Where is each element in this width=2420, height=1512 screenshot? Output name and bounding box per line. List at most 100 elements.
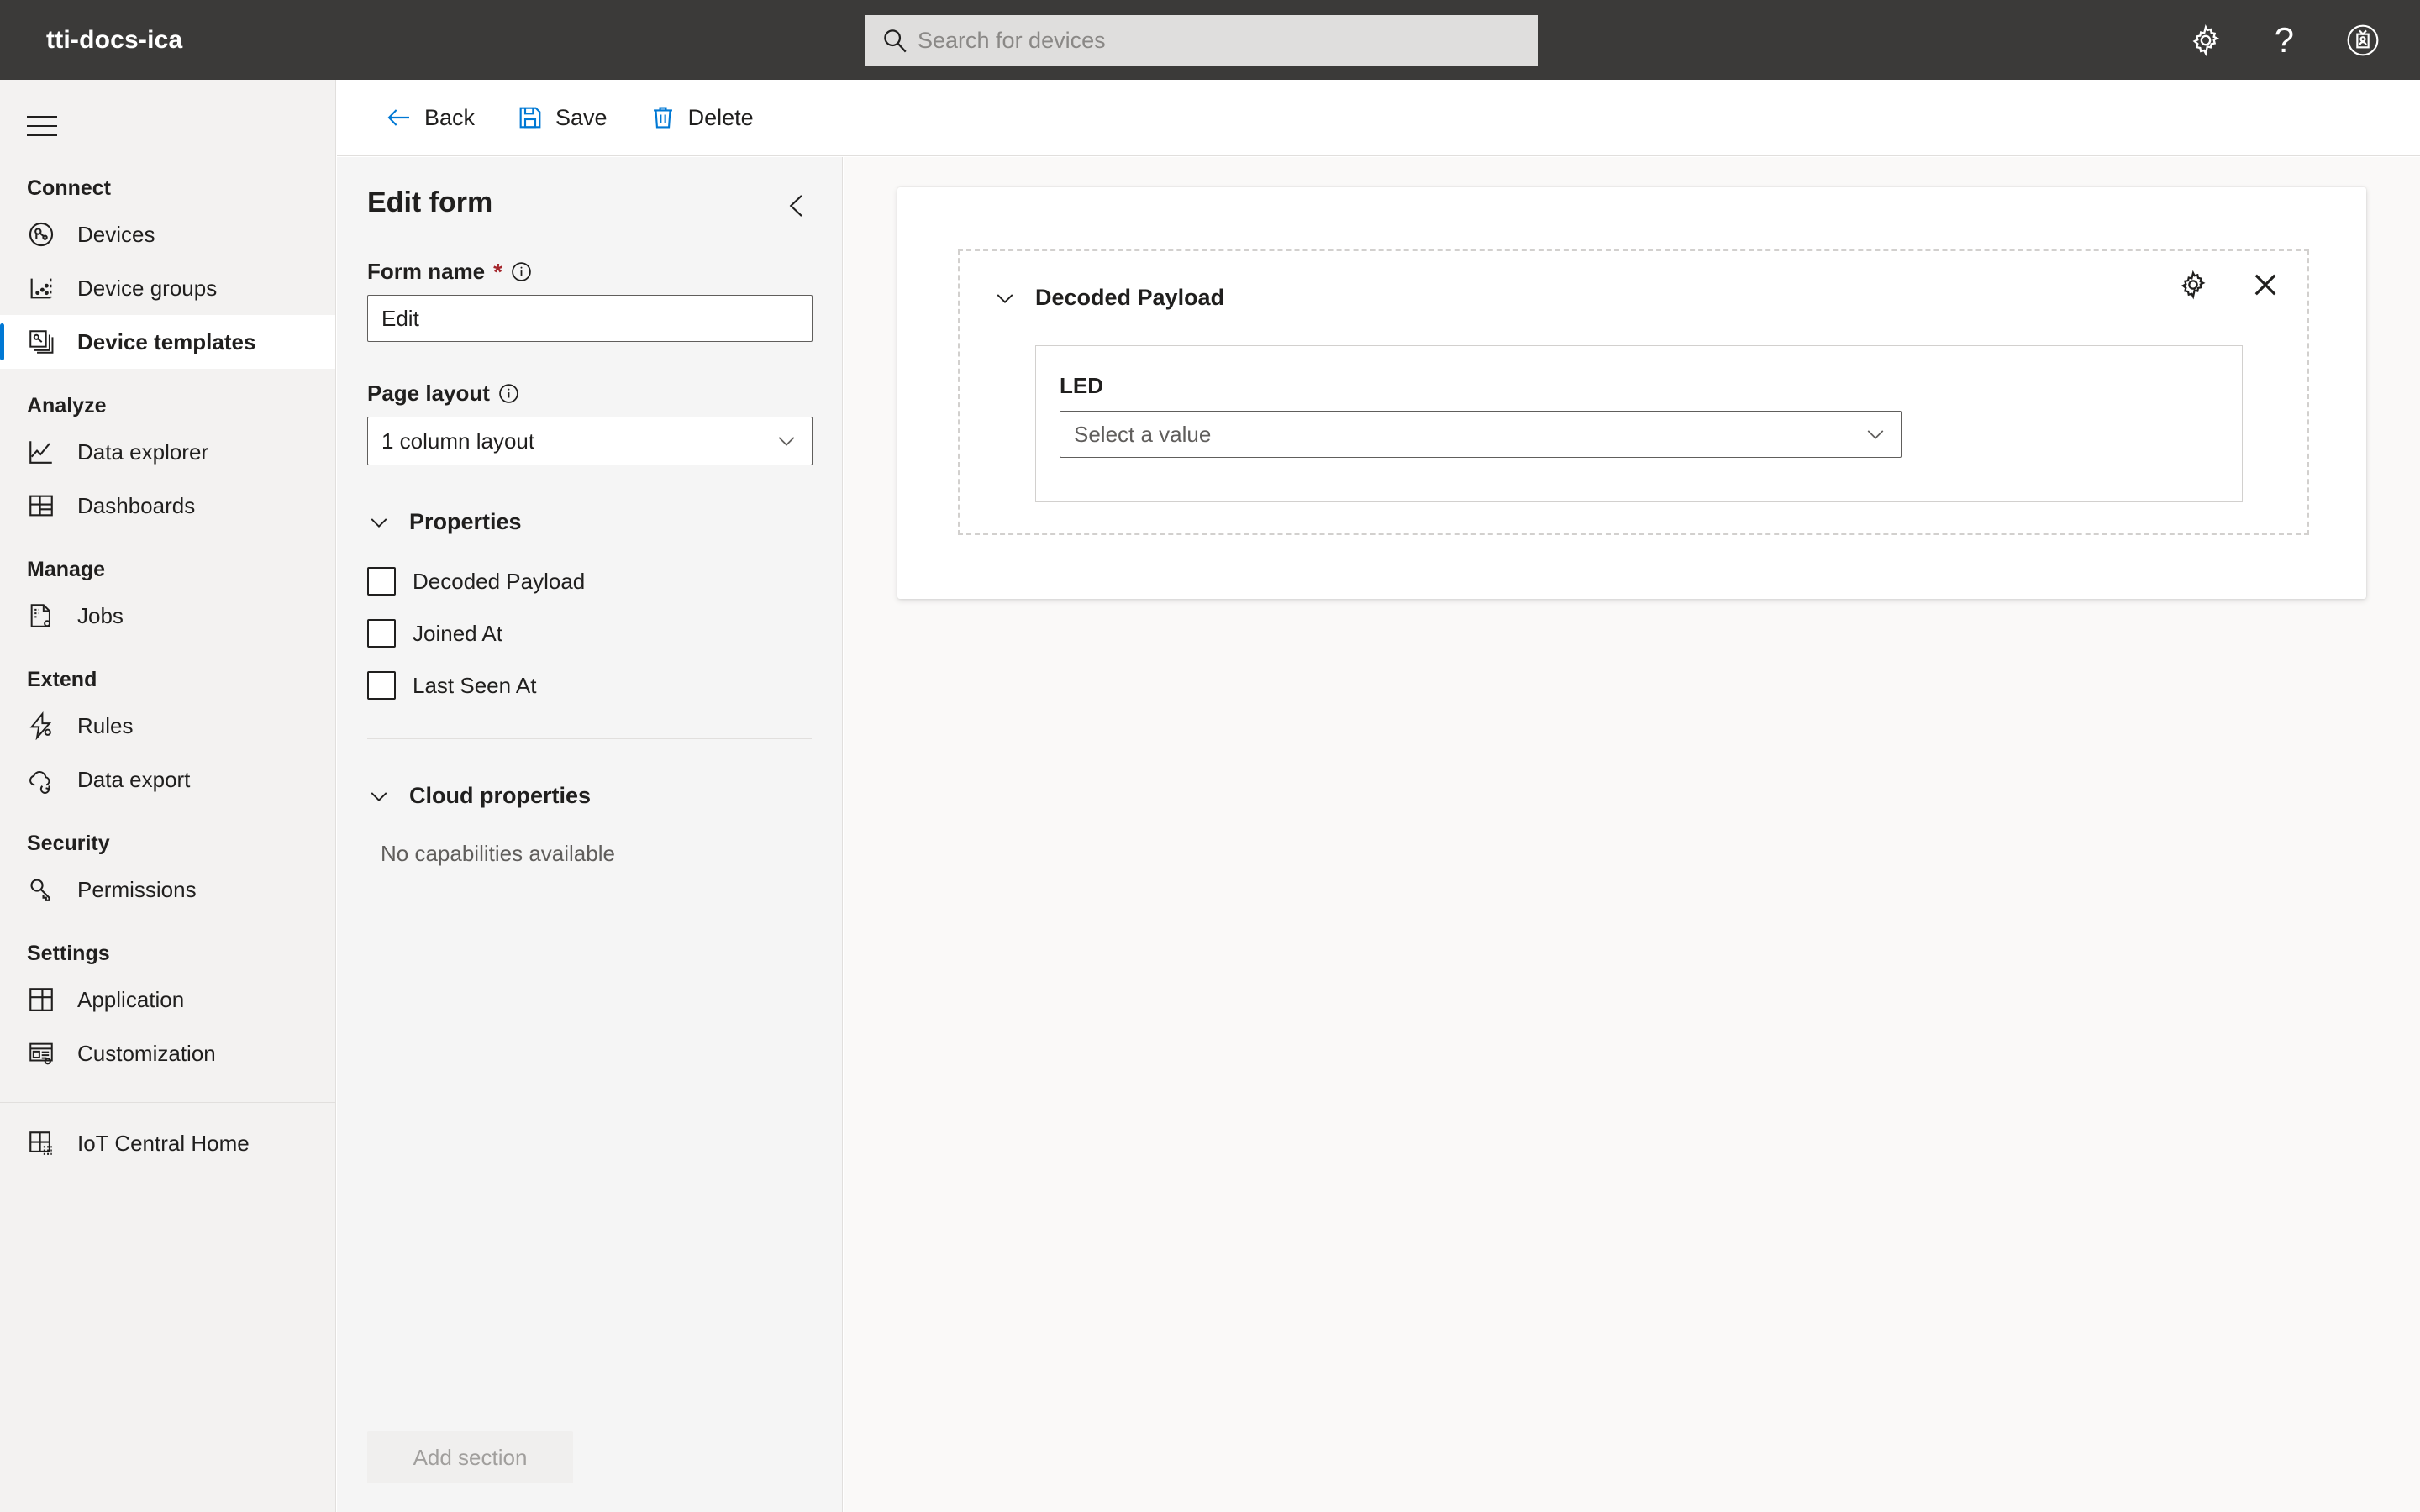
save-button-label: Save xyxy=(555,104,608,130)
device-groups-icon xyxy=(30,278,52,299)
sidebar-item-device-groups[interactable]: Device groups xyxy=(0,261,335,315)
property-checkbox-row[interactable]: Joined At xyxy=(367,607,842,659)
close-x-icon[interactable] xyxy=(2250,270,2281,300)
sidebar-group-title: Security xyxy=(27,832,110,855)
page-layout-field-block: Page layout 1 column layout xyxy=(337,381,842,465)
sidebar-group-title: Settings xyxy=(27,942,110,965)
dashboards-icon xyxy=(29,495,53,517)
devices-icon xyxy=(29,222,54,247)
search-icon xyxy=(884,29,907,53)
sidebar-item-label: Permissions xyxy=(77,876,197,902)
sidebar-item-application[interactable]: Application xyxy=(0,973,335,1026)
sidebar-divider xyxy=(0,1102,335,1103)
chevron-down-icon[interactable] xyxy=(993,286,1017,310)
properties-section-header[interactable]: Properties xyxy=(367,509,842,535)
property-checkbox-row[interactable]: Decoded Payload xyxy=(367,555,842,607)
delete-button[interactable]: Delete xyxy=(643,99,760,136)
info-icon[interactable] xyxy=(498,383,519,404)
sidebar: Connect Devices Device groups Device tem… xyxy=(0,80,336,1512)
sidebar-item-label: Jobs xyxy=(77,602,124,628)
chevron-down-icon xyxy=(371,517,387,528)
led-field-label: LED xyxy=(1060,373,1103,398)
data-export-icon xyxy=(29,771,50,794)
top-bar: tti-docs-ica ? xyxy=(0,0,2420,80)
sidebar-item-label: Rules xyxy=(77,712,134,738)
sidebar-group-title: Extend xyxy=(27,668,97,691)
app-title: tti-docs-ica xyxy=(46,25,183,54)
form-name-label: Form name xyxy=(367,259,486,284)
application-icon xyxy=(29,988,53,1011)
sidebar-item-jobs[interactable]: Jobs xyxy=(0,589,335,643)
sidebar-item-device-templates[interactable]: Device templates xyxy=(0,315,335,369)
search-input[interactable] xyxy=(918,27,1523,54)
sidebar-item-rules[interactable]: Rules xyxy=(0,699,335,753)
property-checkbox-row[interactable]: Last Seen At xyxy=(367,659,842,711)
back-button[interactable]: Back xyxy=(379,99,481,136)
save-disk-icon xyxy=(519,107,541,129)
led-value-placeholder: Select a value xyxy=(1074,421,1212,447)
info-icon[interactable] xyxy=(511,261,532,282)
sidebar-item-label: Device groups xyxy=(77,275,218,301)
sidebar-item-label: Data export xyxy=(77,766,191,792)
property-checkbox[interactable] xyxy=(367,619,396,648)
properties-section-title: Properties xyxy=(409,509,522,534)
page-layout-label: Page layout xyxy=(367,381,490,406)
chevron-left-icon[interactable] xyxy=(783,192,812,220)
sidebar-item-data-explorer[interactable]: Data explorer xyxy=(0,425,335,479)
search-box[interactable] xyxy=(865,15,1538,66)
properties-checkbox-list: Decoded Payload Joined At Last Seen At xyxy=(337,555,842,711)
gear-icon[interactable] xyxy=(2178,270,2208,300)
chevron-down-icon xyxy=(371,791,387,801)
cloud-properties-empty-text: No capabilities available xyxy=(381,841,615,866)
form-name-input[interactable] xyxy=(367,295,813,342)
sidebar-group-title: Analyze xyxy=(27,394,107,417)
add-section-button[interactable]: Add section xyxy=(367,1431,573,1483)
sidebar-item-iot-central-home[interactable]: IoT Central Home xyxy=(0,1116,335,1170)
delete-button-label: Delete xyxy=(687,104,754,130)
sidebar-item-customization[interactable]: Customization xyxy=(0,1026,335,1080)
sidebar-group-title: Connect xyxy=(27,176,111,200)
iot-central-home-icon xyxy=(29,1131,52,1155)
led-value-select[interactable]: Select a value xyxy=(1060,411,1902,458)
form-field-card-led: LED Select a value xyxy=(1035,345,2243,502)
trash-icon xyxy=(653,107,672,129)
sidebar-item-label: Devices xyxy=(77,221,155,247)
edit-form-panel: Edit form Form name * Page layout 1 colu… xyxy=(337,157,843,1512)
sidebar-item-label: Dashboards xyxy=(77,492,196,518)
cloud-properties-section-title: Cloud properties xyxy=(409,783,592,808)
page-layout-value: 1 column layout xyxy=(381,428,535,454)
hamburger-menu-icon[interactable] xyxy=(27,101,77,151)
panel-divider xyxy=(367,738,812,739)
form-preview-canvas: Decoded Payload LED Select a value xyxy=(844,157,2420,1512)
back-button-label: Back xyxy=(424,104,476,130)
property-checkbox-label: Joined At xyxy=(413,620,502,646)
help-question-icon[interactable]: ? xyxy=(2275,22,2294,57)
sidebar-item-devices[interactable]: Devices xyxy=(0,207,335,261)
sidebar-item-label: Data explorer xyxy=(77,438,209,465)
sidebar-item-label: IoT Central Home xyxy=(77,1130,250,1156)
form-section-decoded-payload[interactable]: Decoded Payload LED Select a value xyxy=(958,249,2309,535)
property-checkbox[interactable] xyxy=(367,567,396,596)
cloud-properties-section-header[interactable]: Cloud properties xyxy=(367,783,842,809)
gear-icon[interactable] xyxy=(2189,24,2223,57)
command-toolbar: Back Save Delete xyxy=(337,80,2420,156)
sidebar-item-permissions[interactable]: Permissions xyxy=(0,863,335,916)
permissions-key-icon xyxy=(30,879,50,901)
top-bar-actions: ? xyxy=(2189,0,2398,80)
property-checkbox-label: Last Seen At xyxy=(413,672,537,698)
sidebar-item-data-export[interactable]: Data export xyxy=(0,753,335,806)
sidebar-item-dashboards[interactable]: Dashboards xyxy=(0,479,335,533)
property-checkbox[interactable] xyxy=(367,671,396,700)
jobs-icon xyxy=(30,604,51,627)
form-name-field-block: Form name * xyxy=(337,259,842,342)
account-badge-icon[interactable] xyxy=(2346,24,2380,57)
form-name-label-row: Form name * xyxy=(367,259,812,285)
save-button[interactable]: Save xyxy=(510,99,614,136)
sidebar-item-label: Customization xyxy=(77,1040,216,1066)
chevron-down-icon xyxy=(1867,430,1884,439)
data-explorer-icon xyxy=(29,441,52,464)
form-section-header[interactable]: Decoded Payload xyxy=(993,285,2307,311)
panel-header: Edit form xyxy=(337,157,842,220)
customization-icon xyxy=(29,1042,53,1065)
page-layout-select[interactable]: 1 column layout xyxy=(367,417,813,465)
